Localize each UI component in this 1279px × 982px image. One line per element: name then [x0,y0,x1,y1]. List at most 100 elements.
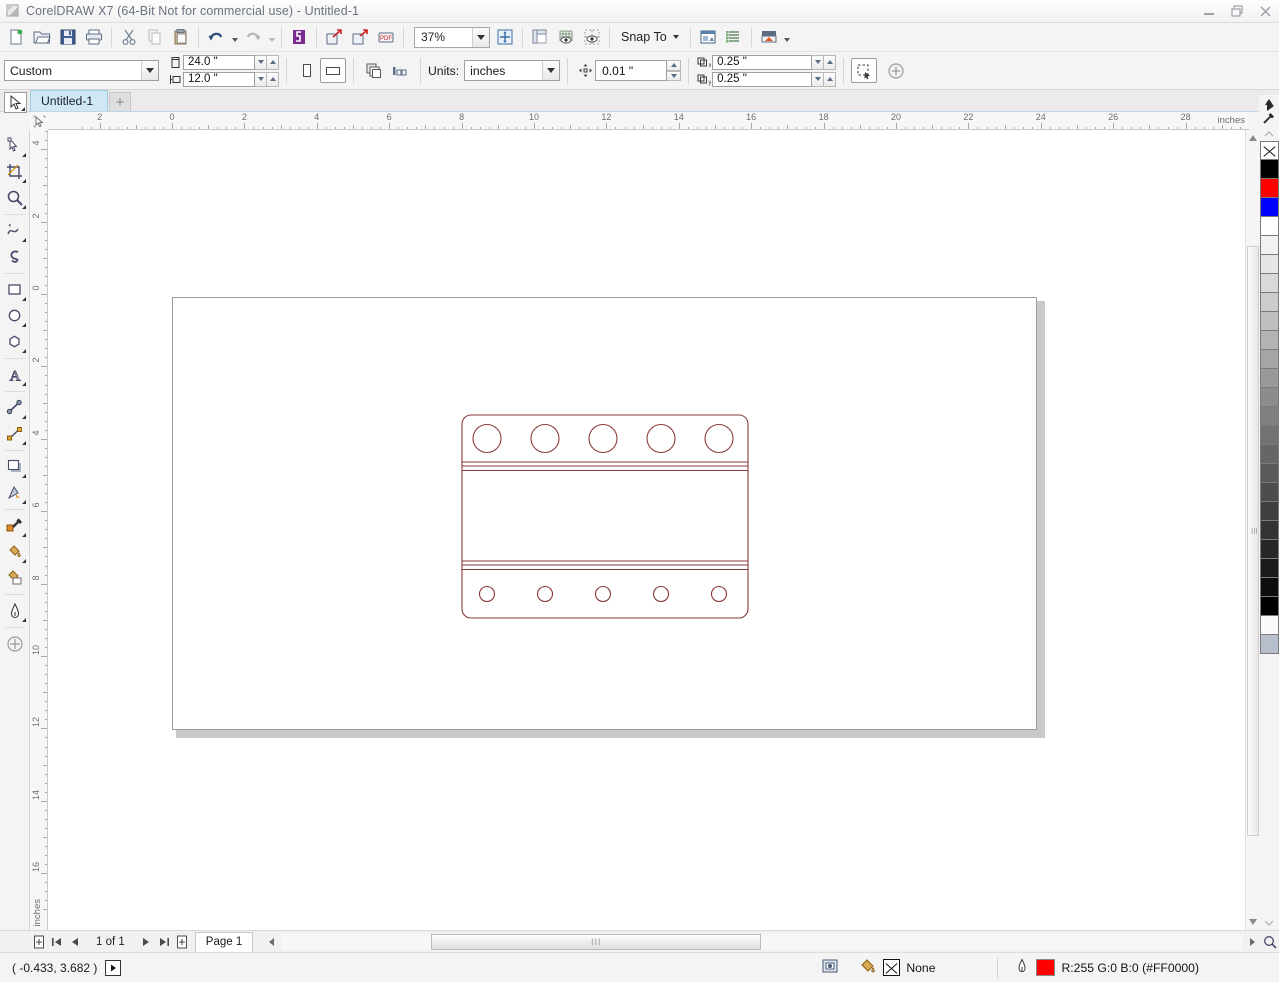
tool-crop[interactable] [2,159,28,185]
all-pages-button[interactable] [361,58,387,83]
palette-swatch[interactable] [1259,540,1279,559]
page-width-spinners[interactable] [255,54,279,70]
redo-button[interactable] [240,25,266,50]
color-palette[interactable] [1259,95,1279,930]
new-document-button[interactable] [3,25,29,50]
snap-to-dropdown-arrow-icon[interactable] [672,35,679,39]
tool-drop-shadow-flyout-arrow-icon[interactable] [21,474,26,478]
palette-swatch[interactable] [1259,274,1279,293]
tool-polygon-flyout-arrow-icon[interactable] [21,349,26,353]
page-height-down-icon[interactable] [255,71,267,87]
snap-to-button[interactable]: Snap To [614,25,686,50]
show-rulers-button[interactable] [527,25,553,50]
zoom-status-button[interactable] [1261,933,1279,951]
application-launcher-button[interactable] [756,25,782,50]
add-page-end-button[interactable] [173,933,191,951]
copy-button[interactable] [142,25,168,50]
duplicate-x-value[interactable]: 0.25 " [712,54,813,70]
tool-artistic-media[interactable] [2,244,28,270]
ruler-origin-tool[interactable] [30,112,48,130]
palette-scroll-down-icon[interactable] [1259,916,1279,930]
outline-color-swatch[interactable] [1036,959,1056,976]
import-button[interactable] [321,25,347,50]
tool-outline[interactable] [2,598,28,624]
palette-swatch[interactable] [1259,521,1279,540]
object-manager-button[interactable] [721,25,747,50]
page-tab-page-1[interactable]: Page 1 [194,931,254,952]
tool-shape[interactable] [2,133,28,159]
show-guidelines-button[interactable] [579,25,605,50]
palette-swatch[interactable] [1259,578,1279,597]
duplicate-y-spinners[interactable] [812,71,837,87]
tool-text-flyout-arrow-icon[interactable] [21,382,26,386]
options-button[interactable] [695,25,721,50]
palette-swatch[interactable] [1259,179,1279,198]
add-page-start-button[interactable] [30,933,48,951]
pick-tool-flyout-arrow-icon[interactable] [21,107,25,111]
tool-parallel-dimension[interactable] [2,395,28,421]
tool-connector[interactable] [2,421,28,447]
pick-tool-button[interactable] [4,92,27,113]
tool-dimension-flyout-arrow-icon[interactable] [21,415,26,419]
tool-rectangle-flyout-arrow-icon[interactable] [21,297,26,301]
save-document-button[interactable] [55,25,81,50]
zoom-levels-button[interactable] [492,25,518,50]
application-launcher-dropdown-arrow-icon[interactable] [782,25,793,50]
tool-smart-fill[interactable] [2,565,28,591]
palette-swatch[interactable] [1259,312,1279,331]
tool-color-eyedropper[interactable] [2,513,28,539]
tool-ellipse[interactable] [2,303,28,329]
nudge-spinners[interactable] [667,60,682,81]
canvas-horizontal-scrollbar[interactable]: III [263,933,1279,951]
palette-scroll-up-small-icon[interactable] [1259,127,1279,141]
nudge-up-icon[interactable] [667,60,682,71]
palette-swatch[interactable] [1259,217,1279,236]
duplicate-y-down-icon[interactable] [812,71,825,87]
add-plus-button[interactable] [883,58,909,83]
vertical-ruler[interactable]: 4 2 0 2 4 6 8 10 12 14 16 inches [30,130,48,930]
palette-swatch[interactable] [1259,597,1279,616]
page-width-up-icon[interactable] [267,54,279,70]
open-document-button[interactable] [29,25,55,50]
palette-swatch-none[interactable] [1259,141,1279,160]
page-width-value[interactable]: 24.0 " [183,54,255,70]
tool-freehand[interactable] [2,218,28,244]
scroll-up-icon[interactable] [1247,131,1259,145]
undo-button[interactable] [203,25,229,50]
show-grid-button[interactable] [553,25,579,50]
palette-swatch[interactable] [1259,350,1279,369]
new-document-tab-button[interactable]: + [109,92,131,111]
palette-expand-arrow-icon[interactable] [1264,100,1276,112]
tool-zoom-flyout-arrow-icon[interactable] [21,205,26,209]
treat-as-filled-button[interactable] [851,58,878,83]
first-page-button[interactable] [48,933,66,951]
cut-button[interactable] [116,25,142,50]
zoom-dropdown-arrow-icon[interactable] [472,27,489,47]
tool-rectangle[interactable] [2,277,28,303]
units-dropdown-arrow-icon[interactable] [542,61,560,80]
palette-swatch[interactable] [1259,426,1279,445]
palette-swatch[interactable] [1259,198,1279,217]
palette-swatch[interactable] [1259,502,1279,521]
tool-quick-customize[interactable] [2,631,28,657]
palette-swatch[interactable] [1259,559,1279,578]
palette-swatch[interactable] [1259,445,1279,464]
publish-pdf-button[interactable]: PDF [373,25,399,50]
next-page-button[interactable] [137,933,155,951]
tool-shape-flyout-arrow-icon[interactable] [21,153,26,157]
scroll-left-icon[interactable] [263,933,281,951]
tool-transparency-flyout-arrow-icon[interactable] [21,500,26,504]
fill-bucket-icon[interactable] [859,957,877,978]
tool-polygon[interactable] [2,329,28,355]
corel-connect-button[interactable] [286,25,312,50]
tool-outline-flyout-arrow-icon[interactable] [21,618,26,622]
tool-crop-flyout-arrow-icon[interactable] [21,179,26,183]
page-size-dropdown-arrow-icon[interactable] [141,61,158,80]
duplicate-x-down-icon[interactable] [812,54,825,70]
undo-dropdown-arrow-icon[interactable] [229,25,240,50]
palette-swatch[interactable] [1259,369,1279,388]
palette-swatch[interactable] [1259,616,1279,635]
tool-color-eyedropper-flyout-arrow-icon[interactable] [21,533,26,537]
canvas-vertical-scrollbar[interactable]: III [1245,130,1259,930]
nudge-down-icon[interactable] [667,70,682,81]
